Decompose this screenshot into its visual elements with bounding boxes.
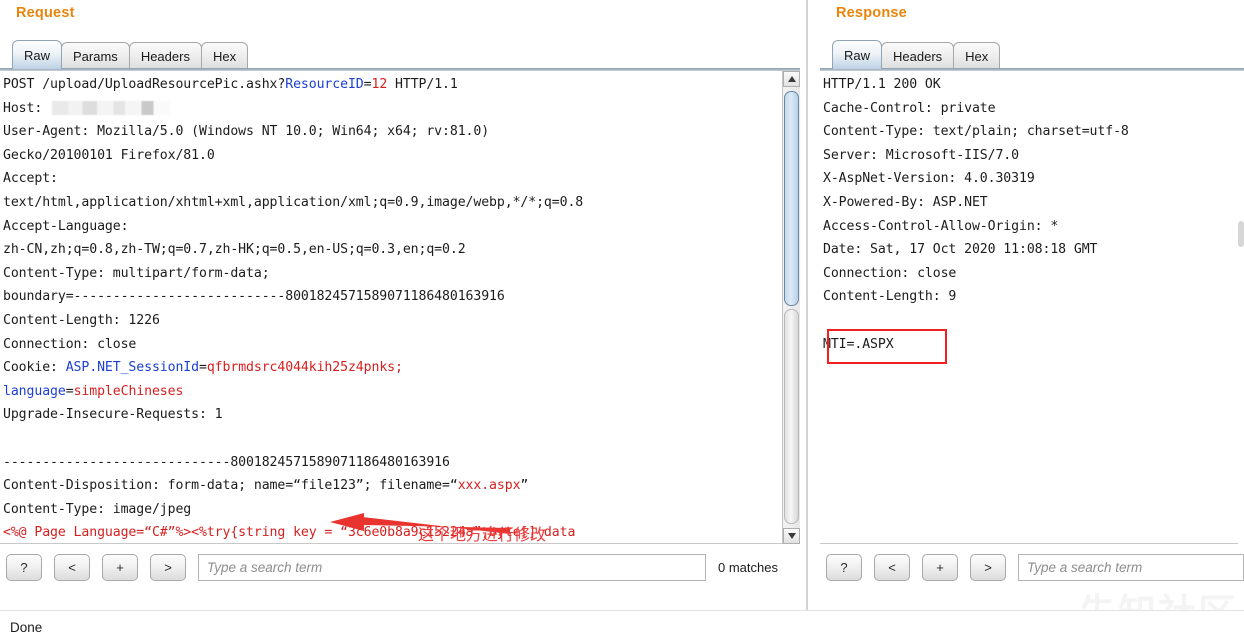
req-line-upgrade: Upgrade-Insecure-Requests: 1 (3, 407, 223, 422)
req-line-accept-lang: Accept-Language: (3, 219, 128, 234)
req-line-content-length: Content-Length: 1226 (3, 313, 160, 328)
status-bar: Done (0, 610, 1244, 643)
req-cookie-value-2: simpleChineses (74, 384, 184, 399)
response-scrollbar-thumb[interactable] (1238, 221, 1244, 247)
response-raw-text: HTTP/1.1 200 OK Cache-Control: private C… (823, 73, 1129, 356)
request-search-toolbar: ? < + > Type a search term 0 matches (6, 544, 800, 590)
request-vertical-scrollbar[interactable] (782, 71, 800, 544)
req-line-1: POST /upload/UploadResourcePic.ashx? (3, 77, 285, 92)
response-tab-headers[interactable]: Headers (881, 42, 954, 69)
res-line-connection: Connection: close (823, 266, 956, 281)
response-search-input[interactable]: Type a search term (1018, 554, 1244, 581)
req-line-accept-val: text/html,application/xhtml+xml,applicat… (3, 195, 583, 210)
redacted-host-value (52, 101, 170, 115)
req-line-part-content-type: Content-Type: image/jpeg (3, 502, 191, 517)
scrollbar-thumb[interactable] (784, 91, 799, 306)
request-search-next-button[interactable]: > (150, 554, 186, 581)
req-cookie-key-2: language (3, 384, 66, 399)
status-text: Done (10, 620, 42, 635)
res-line-content-length: Content-Length: 9 (823, 289, 956, 304)
res-line-allow-origin: Access-Control-Allow-Origin: * (823, 219, 1058, 234)
scrollbar-track-lower[interactable] (784, 309, 799, 524)
request-panel-title: Request (16, 5, 75, 21)
res-body-text: MTI=.ASPX (823, 337, 894, 352)
request-panel: Request Raw Params Headers Hex POST /upl… (0, 0, 800, 610)
req-cookie-key: ASP.NET_SessionId (66, 360, 199, 375)
res-line-server: Server: Microsoft-IIS/7.0 (823, 148, 1019, 163)
req-line-accept-lang-val: zh-CN,zh;q=0.8,zh-TW;q=0.7,zh-HK;q=0.5,e… (3, 242, 466, 257)
response-tab-hex[interactable]: Hex (953, 42, 1000, 69)
request-match-count: 0 matches (718, 560, 778, 575)
request-tab-hex[interactable]: Hex (201, 42, 248, 69)
request-tab-raw[interactable]: Raw (12, 40, 62, 69)
req-cookie-eq: = (199, 360, 207, 375)
request-tabstrip: Raw Params Headers Hex (12, 38, 247, 69)
req-line-cookie: Cookie: (3, 360, 66, 375)
request-raw-text: POST /upload/UploadResourcePic.ashx?Reso… (3, 73, 583, 544)
request-message-editor[interactable]: POST /upload/UploadResourcePic.ashx?Reso… (0, 71, 800, 544)
req-line-boundary-body: -----------------------------80018245715… (3, 455, 450, 470)
req-param-value: 12 (371, 77, 387, 92)
request-search-prev-button[interactable]: < (54, 554, 90, 581)
req-param-name: ResourceID (285, 77, 363, 92)
req-cookie-eq-2: = (66, 384, 74, 399)
response-tab-raw[interactable]: Raw (832, 40, 882, 69)
response-panel-title: Response (836, 5, 907, 21)
req-filename-value: xxx.aspx (458, 478, 521, 493)
request-tab-headers[interactable]: Headers (129, 42, 202, 69)
req-line-ua: User-Agent: Mozilla/5.0 (Windows NT 10.0… (3, 124, 489, 139)
request-tab-params[interactable]: Params (61, 42, 130, 69)
res-line-content-type: Content-Type: text/plain; charset=utf-8 (823, 124, 1129, 139)
req-line-boundary: boundary=---------------------------8001… (3, 289, 505, 304)
panel-divider (806, 0, 808, 610)
req-line-connection: Connection: close (3, 337, 136, 352)
req-line-1-tail: HTTP/1.1 (387, 77, 458, 92)
res-line-aspnet-version: X-AspNet-Version: 4.0.30319 (823, 171, 1035, 186)
scroll-up-arrow-icon[interactable] (783, 71, 800, 87)
res-line-powered-by: X-Powered-By: ASP.NET (823, 195, 988, 210)
res-line-date: Date: Sat, 17 Oct 2020 11:08:18 GMT (823, 242, 1097, 257)
request-search-input[interactable]: Type a search term (198, 554, 706, 581)
req-line-ua-cont: Gecko/20100101 Firefox/81.0 (3, 148, 215, 163)
burp-repeater-window: Request Raw Params Headers Hex POST /upl… (0, 0, 1244, 643)
response-search-prev-button[interactable]: < (874, 554, 910, 581)
req-line-content-type: Content-Type: multipart/form-data; (3, 266, 270, 281)
response-search-next-button[interactable]: > (970, 554, 1006, 581)
req-filename-quote: ” (520, 478, 528, 493)
response-message-editor[interactable]: HTTP/1.1 200 OK Cache-Control: private C… (820, 71, 1244, 544)
res-line-status: HTTP/1.1 200 OK (823, 77, 941, 92)
annotation-note: 这个地方进行修改 (418, 521, 546, 545)
response-search-add-button[interactable]: + (922, 554, 958, 581)
req-line-disposition: Content-Disposition: form-data; name=“fi… (3, 478, 458, 493)
response-tabstrip: Raw Headers Hex (832, 38, 999, 69)
request-search-add-button[interactable]: + (102, 554, 138, 581)
scroll-down-arrow-icon[interactable] (783, 528, 800, 544)
req-line-accept: Accept: (3, 171, 58, 186)
req-cookie-value: qfbrmdsrc4044kih25z4pnks; (207, 360, 403, 375)
res-line-cache-control: Cache-Control: private (823, 101, 995, 116)
response-vertical-scrollbar[interactable] (1238, 71, 1244, 544)
req-line-host: Host: (3, 101, 50, 116)
request-search-help-button[interactable]: ? (6, 554, 42, 581)
response-search-help-button[interactable]: ? (826, 554, 862, 581)
response-search-toolbar: ? < + > Type a search term (826, 544, 1244, 590)
response-panel: Response Raw Headers Hex HTTP/1.1 200 OK… (820, 0, 1244, 610)
